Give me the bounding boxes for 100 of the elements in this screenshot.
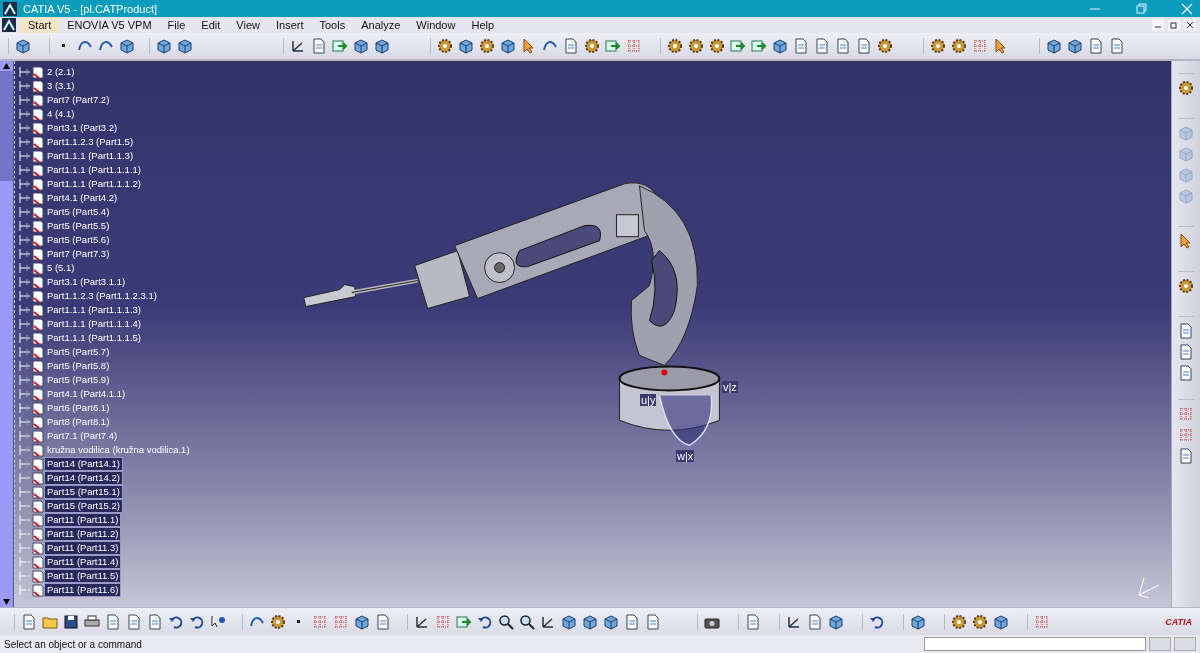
tree-item[interactable]: Part8 (Part8.1): [45, 416, 112, 428]
grid-icon[interactable]: [1178, 427, 1194, 443]
tree-item[interactable]: Part7 (Part7.3): [45, 248, 112, 260]
menu-item[interactable]: View: [228, 17, 268, 33]
gear-icon[interactable]: [479, 38, 495, 54]
tree-item[interactable]: kružna vodilica (kružna vodilica.1): [45, 444, 192, 456]
tree-item[interactable]: Part11 (Part11.3): [45, 542, 121, 554]
document-icon[interactable]: [105, 613, 121, 630]
tree-item[interactable]: Part5 (Part5.7): [45, 346, 112, 358]
document-icon[interactable]: [1178, 323, 1194, 339]
menu-item[interactable]: Window: [408, 17, 464, 33]
gear-icon[interactable]: [972, 613, 988, 630]
scrollbar[interactable]: [0, 61, 14, 607]
menu-item[interactable]: ENOVIA V5 VPM: [59, 17, 160, 33]
tree-connector-icon[interactable]: [19, 94, 31, 106]
document-icon[interactable]: [21, 613, 37, 630]
document-icon[interactable]: [1178, 448, 1194, 464]
gear-icon[interactable]: [1178, 80, 1194, 96]
grid-icon[interactable]: [333, 613, 349, 630]
tree-connector-icon[interactable]: [19, 248, 31, 260]
cube-icon[interactable]: [353, 38, 369, 54]
gear-icon[interactable]: [584, 38, 600, 54]
tree-item[interactable]: Part1.1.1 (Part1.1.1.2): [45, 178, 143, 190]
tree-connector-icon[interactable]: [19, 388, 31, 400]
tree-connector-icon[interactable]: [19, 150, 31, 162]
menu-item[interactable]: File: [159, 17, 194, 33]
cube-icon[interactable]: [458, 38, 474, 54]
document-icon[interactable]: [1178, 365, 1194, 381]
document-icon[interactable]: [807, 613, 823, 630]
tree-item[interactable]: Part11 (Part11.4): [45, 556, 121, 568]
document-icon[interactable]: [856, 38, 872, 54]
cube-icon[interactable]: [772, 38, 788, 54]
menu-item[interactable]: Help: [463, 17, 503, 33]
tree-item[interactable]: Part11 (Part11.2): [45, 528, 121, 540]
tree-connector-icon[interactable]: [19, 290, 31, 302]
minimize-icon[interactable]: [1152, 19, 1164, 31]
document-icon[interactable]: [1088, 38, 1104, 54]
menu-item[interactable]: Insert: [267, 17, 312, 33]
tree-item[interactable]: Part1.1.1 (Part1.1.1.4): [45, 318, 143, 330]
arrow-icon[interactable]: [751, 38, 767, 54]
arrow-icon[interactable]: [456, 613, 472, 630]
tree-connector-icon[interactable]: [19, 108, 31, 120]
tree-item[interactable]: Part11 (Part11.1): [45, 514, 121, 526]
gear-icon[interactable]: [930, 38, 946, 54]
arrow-icon[interactable]: [730, 38, 746, 54]
tree-item[interactable]: Part5 (Part5.6): [45, 234, 112, 246]
axis-icon[interactable]: [290, 38, 306, 54]
tree-connector-icon[interactable]: [19, 80, 31, 92]
gear-icon[interactable]: [951, 613, 967, 630]
tree-item[interactable]: Part14 (Part14.2): [45, 472, 122, 484]
tree-item[interactable]: Part7.1 (Part7.4): [45, 430, 120, 442]
tree-item[interactable]: Part14 (Part14.1): [45, 458, 122, 470]
gear-icon[interactable]: [437, 38, 453, 54]
scroll-thumb[interactable]: [0, 71, 13, 181]
document-icon[interactable]: [311, 38, 327, 54]
tree-item[interactable]: Part5 (Part5.4): [45, 206, 112, 218]
grid-icon[interactable]: [312, 613, 328, 630]
tree-item[interactable]: Part15 (Part15.1): [45, 486, 122, 498]
document-icon[interactable]: [645, 613, 661, 630]
cube-icon[interactable]: [828, 613, 844, 630]
tree-connector-icon[interactable]: [19, 234, 31, 246]
tree-item[interactable]: Part4.1 (Part4.1.1): [45, 388, 128, 400]
tree-connector-icon[interactable]: [19, 374, 31, 386]
cube-icon[interactable]: [603, 613, 619, 630]
tree-connector-icon[interactable]: [19, 192, 31, 204]
grid-icon[interactable]: [435, 613, 451, 630]
tree-item[interactable]: Part5 (Part5.5): [45, 220, 112, 232]
cube-icon[interactable]: [119, 38, 135, 54]
tree-item[interactable]: Part5 (Part5.9): [45, 374, 112, 386]
document-icon[interactable]: [624, 613, 640, 630]
cube-icon[interactable]: [993, 613, 1009, 630]
cube-icon[interactable]: [354, 613, 370, 630]
tree-connector-icon[interactable]: [19, 206, 31, 218]
printer-icon[interactable]: [84, 613, 100, 630]
grid-icon[interactable]: [1034, 613, 1050, 630]
tree-item[interactable]: Part3.1 (Part3.2): [45, 122, 120, 134]
grid-icon[interactable]: [1178, 406, 1194, 422]
document-icon[interactable]: [147, 613, 163, 630]
tree-item[interactable]: Part1.1.2.3 (Part1.5): [45, 136, 136, 148]
tree-connector-icon[interactable]: [19, 178, 31, 190]
tree-item[interactable]: Part1.1.1 (Part1.1.3): [45, 150, 136, 162]
tree-connector-icon[interactable]: [19, 304, 31, 316]
tree-connector-icon[interactable]: [19, 318, 31, 330]
cube-icon[interactable]: [15, 38, 31, 54]
tree-connector-icon[interactable]: [19, 262, 31, 274]
tree-item[interactable]: Part3.1 (Part3.1.1): [45, 276, 128, 288]
cube-icon[interactable]: [156, 38, 172, 54]
cube-icon[interactable]: [582, 613, 598, 630]
menu-item[interactable]: Edit: [193, 17, 229, 33]
tree-connector-icon[interactable]: [19, 360, 31, 372]
tree-item[interactable]: Part5 (Part5.8): [45, 360, 112, 372]
tree-item[interactable]: Part1.1.1 (Part1.1.1.5): [45, 332, 143, 344]
grid-icon[interactable]: [972, 38, 988, 54]
tree-connector-icon[interactable]: [19, 430, 31, 442]
cube-icon[interactable]: [374, 38, 390, 54]
gear-icon[interactable]: [709, 38, 725, 54]
3d-viewport[interactable]: [0, 61, 1171, 607]
tree-item[interactable]: 5 (5.1): [45, 262, 77, 274]
document-icon[interactable]: [375, 613, 391, 630]
gear-icon[interactable]: [270, 613, 286, 630]
